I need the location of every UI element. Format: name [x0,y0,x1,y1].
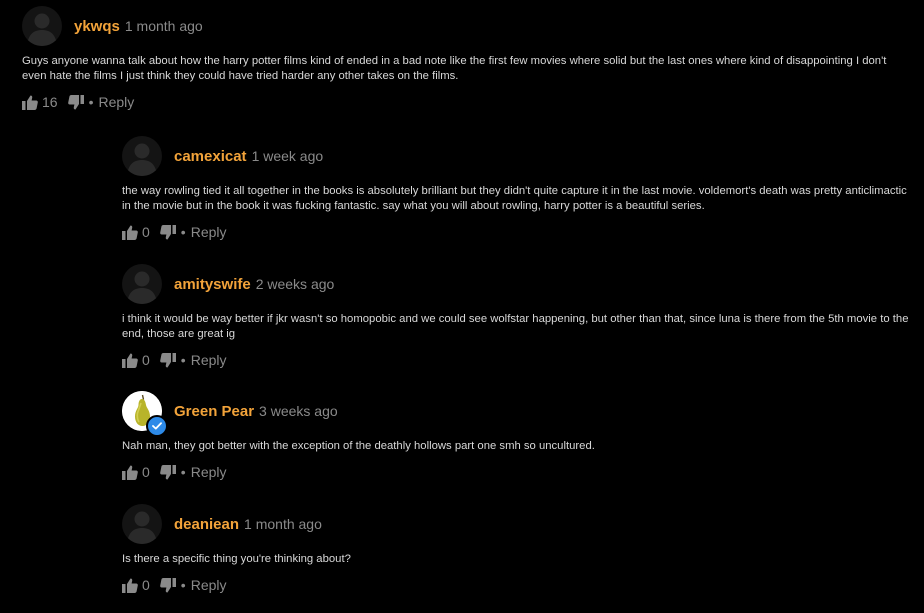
reply-comment: deaniean 1 month ago Is there a specific… [122,504,912,594]
like-button[interactable]: 16 [22,94,58,110]
thumbs-up-icon [122,465,138,480]
comment-actions: 16 • Reply [22,93,902,111]
like-button[interactable]: 0 [122,577,150,593]
like-count: 0 [142,224,150,240]
avatar[interactable] [22,6,62,46]
comment-actions: 0 • Reply [122,223,912,241]
comment-username[interactable]: amityswife [174,276,251,293]
action-separator: • [180,352,186,368]
like-button[interactable]: 0 [122,224,150,240]
reply-button[interactable]: Reply [191,352,227,368]
verified-badge [146,415,168,437]
default-avatar-silhouette-icon [27,13,57,46]
dislike-button[interactable] [159,577,176,593]
comment-timestamp: 1 month ago [244,516,322,532]
default-avatar-silhouette-icon [127,271,157,304]
thumbs-down-icon [159,464,176,479]
thumbs-up-icon [122,578,138,593]
dislike-button[interactable] [159,352,176,368]
comment-header: amityswife 2 weeks ago [122,264,912,304]
thumbs-down-icon [67,94,84,109]
verified-check-icon [152,422,162,430]
comment-timestamp: 1 month ago [124,18,203,34]
action-separator: • [180,464,186,480]
dislike-button[interactable] [159,224,176,240]
thumbs-up-icon [122,225,138,240]
avatar[interactable] [122,391,168,437]
action-separator: • [88,94,94,110]
reply-button[interactable]: Reply [98,94,134,110]
comment-username[interactable]: ykwqs [74,18,120,35]
avatar[interactable] [122,136,162,176]
comment-text: Is there a specific thing you're thinkin… [122,553,351,565]
comment-timestamp: 1 week ago [251,148,324,164]
comment-header: camexicat 1 week ago [122,136,912,176]
thumbs-up-icon [22,95,38,110]
comment-timestamp: 3 weeks ago [259,403,338,419]
action-separator: • [180,224,186,240]
reply-comment: camexicat 1 week ago the way rowling tie… [122,136,912,241]
reply-comment: amityswife 2 weeks ago i think it would … [122,264,912,369]
reply-button[interactable]: Reply [191,224,227,240]
comment-text: Guys anyone wanna talk about how the har… [22,55,887,82]
comment-header: deaniean 1 month ago [122,504,912,544]
comment-text: i think it would be way better if jkr wa… [122,313,909,340]
comment-text: Nah man, they got better with the except… [122,440,595,452]
thumbs-up-icon [122,353,138,368]
comment-timestamp: 2 weeks ago [255,276,335,292]
comment-actions: 0 • Reply [122,351,912,369]
like-count: 0 [142,464,150,480]
thumbs-down-icon [159,224,176,239]
thumbs-down-icon [159,577,176,592]
dislike-button[interactable] [67,94,84,110]
reply-button[interactable]: Reply [191,464,227,480]
comment-actions: 0 • Reply [122,463,912,481]
comment-actions: 0 • Reply [122,576,912,594]
like-count: 0 [142,352,150,368]
default-avatar-silhouette-icon [127,511,157,544]
comment-text: the way rowling tied it all together in … [122,185,907,212]
comment-header: ykwqs 1 month ago [22,6,902,46]
comment-thread: ykwqs 1 month ago Guys anyone wanna talk… [0,0,924,613]
dislike-button[interactable] [159,464,176,480]
reply-comment: Green Pear 3 weeks ago Nah man, they got… [122,391,912,481]
like-button[interactable]: 0 [122,464,150,480]
action-separator: • [180,577,186,593]
thumbs-down-icon [159,352,176,367]
comment: ykwqs 1 month ago Guys anyone wanna talk… [22,6,902,111]
reply-button[interactable]: Reply [191,577,227,593]
avatar[interactable] [122,504,162,544]
default-avatar-silhouette-icon [127,143,157,176]
like-count: 16 [42,94,58,110]
comment-header: Green Pear 3 weeks ago [122,391,912,437]
comment-username[interactable]: deaniean [174,516,239,533]
avatar[interactable] [122,264,162,304]
comment-username[interactable]: Green Pear [174,403,254,420]
like-button[interactable]: 0 [122,352,150,368]
like-count: 0 [142,577,150,593]
comment-username[interactable]: camexicat [174,148,247,165]
